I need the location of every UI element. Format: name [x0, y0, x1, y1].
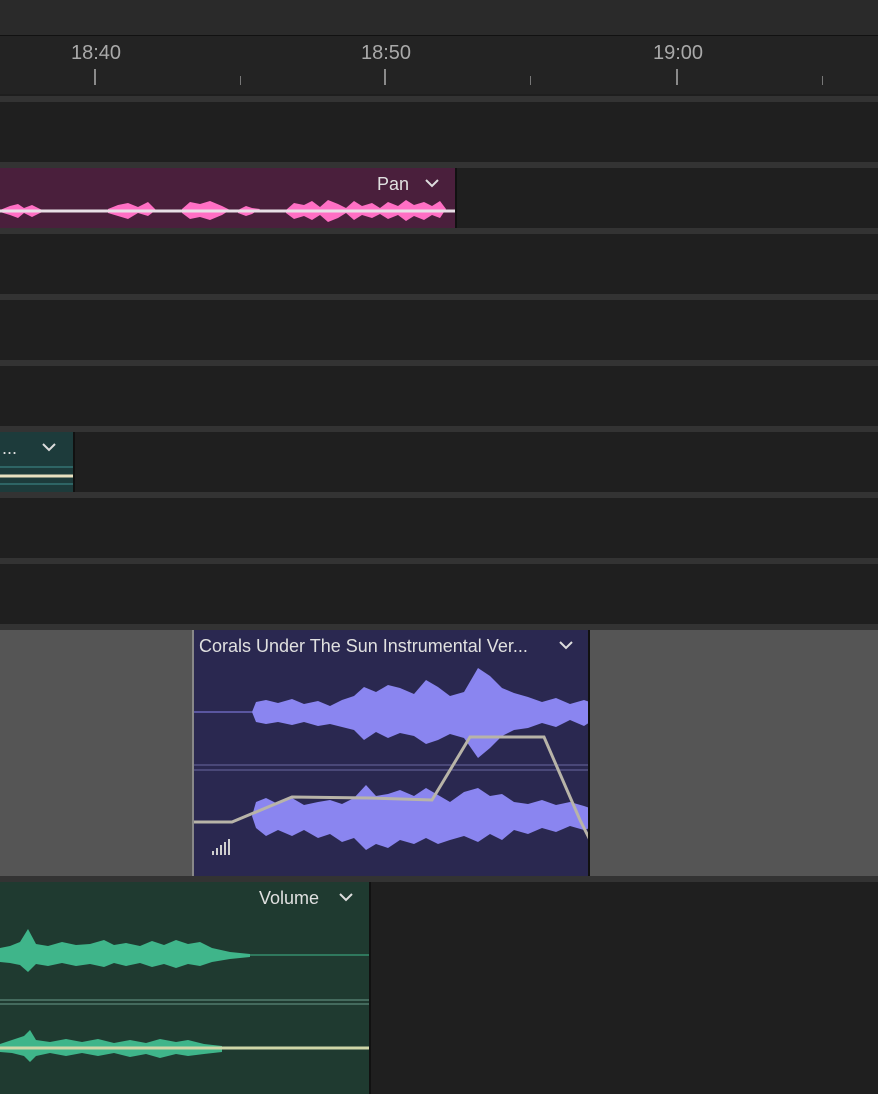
audio-track-6[interactable] [0, 432, 878, 492]
timeline-top-bar [0, 0, 878, 36]
audio-track-1[interactable] [0, 102, 878, 162]
audio-track-4[interactable] [0, 300, 878, 360]
audio-track-5[interactable] [0, 366, 878, 426]
ruler-tick-major [384, 69, 386, 85]
time-ruler[interactable]: 18:40 18:50 19:00 [0, 36, 878, 94]
audio-track-3[interactable] [0, 234, 878, 294]
ruler-tick-minor [530, 76, 531, 85]
ruler-label-1840: 18:40 [70, 42, 122, 64]
audio-clip-volume[interactable]: Volume [0, 882, 371, 1094]
waveform-purple [194, 668, 588, 855]
waveform-teal [0, 466, 73, 485]
audio-clip-pan[interactable]: Pan [0, 168, 457, 228]
ruler-label-1850: 18:50 [360, 42, 412, 64]
ruler-tick-major [94, 69, 96, 85]
audio-clip-teal[interactable]: ... [0, 432, 75, 492]
audio-track-7[interactable] [0, 498, 878, 558]
audio-track-8[interactable] [0, 564, 878, 624]
waveform-green [0, 929, 369, 1062]
ruler-tick-major [676, 69, 678, 85]
ruler-tick-minor [822, 76, 823, 85]
ruler-tick-minor [240, 76, 241, 85]
signal-strength-icon [212, 839, 230, 855]
waveform-pink [0, 200, 455, 222]
ruler-label-1900: 19:00 [652, 42, 704, 64]
audio-clip-corals-under-the-sun[interactable]: Corals Under The Sun Instrumental Ver... [192, 630, 590, 876]
